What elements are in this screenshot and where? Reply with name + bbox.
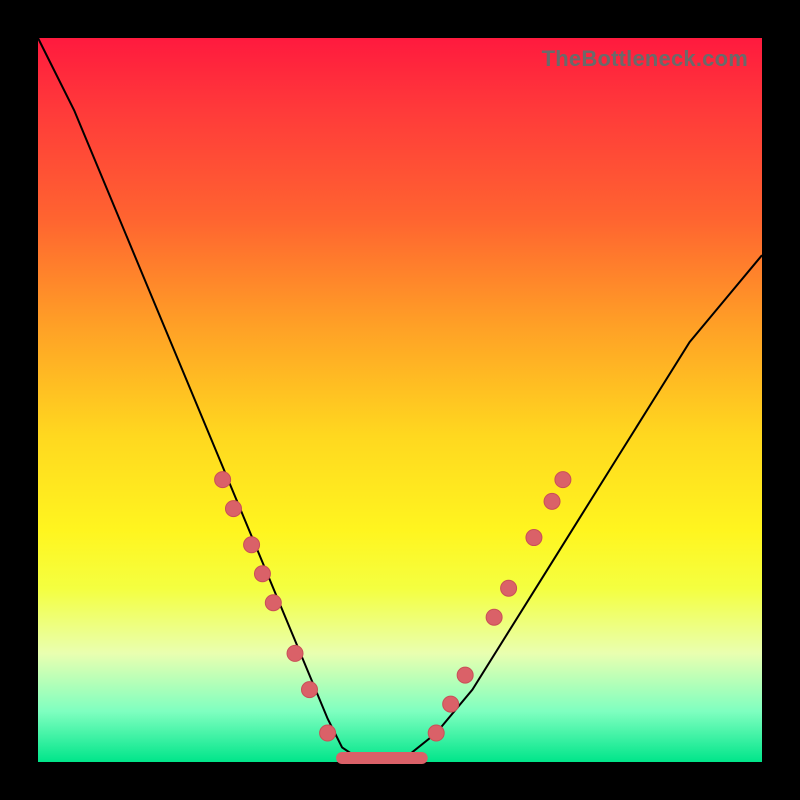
bottleneck-curve	[38, 38, 762, 762]
data-marker	[254, 566, 270, 582]
data-marker	[501, 580, 517, 596]
markers-left-group	[215, 472, 336, 741]
curve-svg	[38, 38, 762, 762]
data-marker	[225, 501, 241, 517]
data-marker	[302, 682, 318, 698]
data-marker	[215, 472, 231, 488]
data-marker	[443, 696, 459, 712]
plot-area: TheBottleneck.com	[38, 38, 762, 762]
data-marker	[265, 595, 281, 611]
data-marker	[555, 472, 571, 488]
chart-frame: TheBottleneck.com	[0, 0, 800, 800]
data-marker	[486, 609, 502, 625]
data-marker	[526, 530, 542, 546]
data-marker	[244, 537, 260, 553]
data-marker	[544, 493, 560, 509]
markers-right-group	[428, 472, 571, 741]
data-marker	[287, 645, 303, 661]
data-marker	[428, 725, 444, 741]
data-marker	[457, 667, 473, 683]
data-marker	[320, 725, 336, 741]
